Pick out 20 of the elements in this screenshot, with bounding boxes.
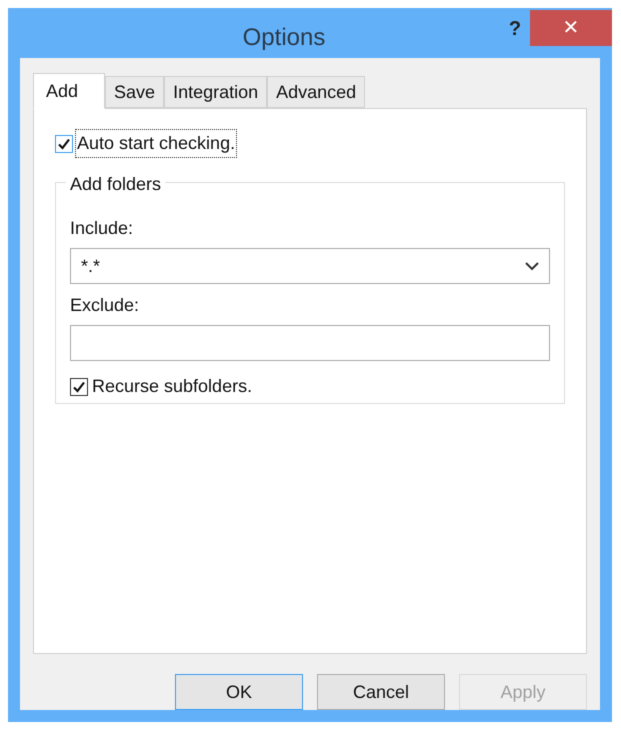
dialog-button[interactable]: Cancel <box>317 674 445 710</box>
checkmark-icon <box>72 380 86 394</box>
field-label: Include: <box>70 217 134 240</box>
tab[interactable]: Add <box>33 73 106 109</box>
close-button[interactable]: ✕ <box>530 10 612 46</box>
tab[interactable]: Advanced <box>267 76 366 108</box>
include-dropdown[interactable]: *.* <box>70 248 550 284</box>
checkbox-label[interactable]: Auto start checking. <box>75 129 238 158</box>
chevron-down-icon <box>525 261 539 271</box>
checkmark-icon <box>57 136 71 150</box>
checkbox[interactable] <box>70 378 88 396</box>
window-title: Options <box>242 23 326 53</box>
tab[interactable]: Integration <box>164 76 268 108</box>
checkbox[interactable] <box>55 134 73 152</box>
exclude-field[interactable] <box>70 325 550 361</box>
checkbox-label[interactable]: Recurse subfolders. <box>92 373 252 400</box>
dialog-button[interactable]: OK <box>175 674 303 710</box>
tab[interactable]: Save <box>105 76 164 108</box>
field-label: Exclude: <box>70 294 140 317</box>
help-button[interactable]: ? <box>500 14 530 44</box>
